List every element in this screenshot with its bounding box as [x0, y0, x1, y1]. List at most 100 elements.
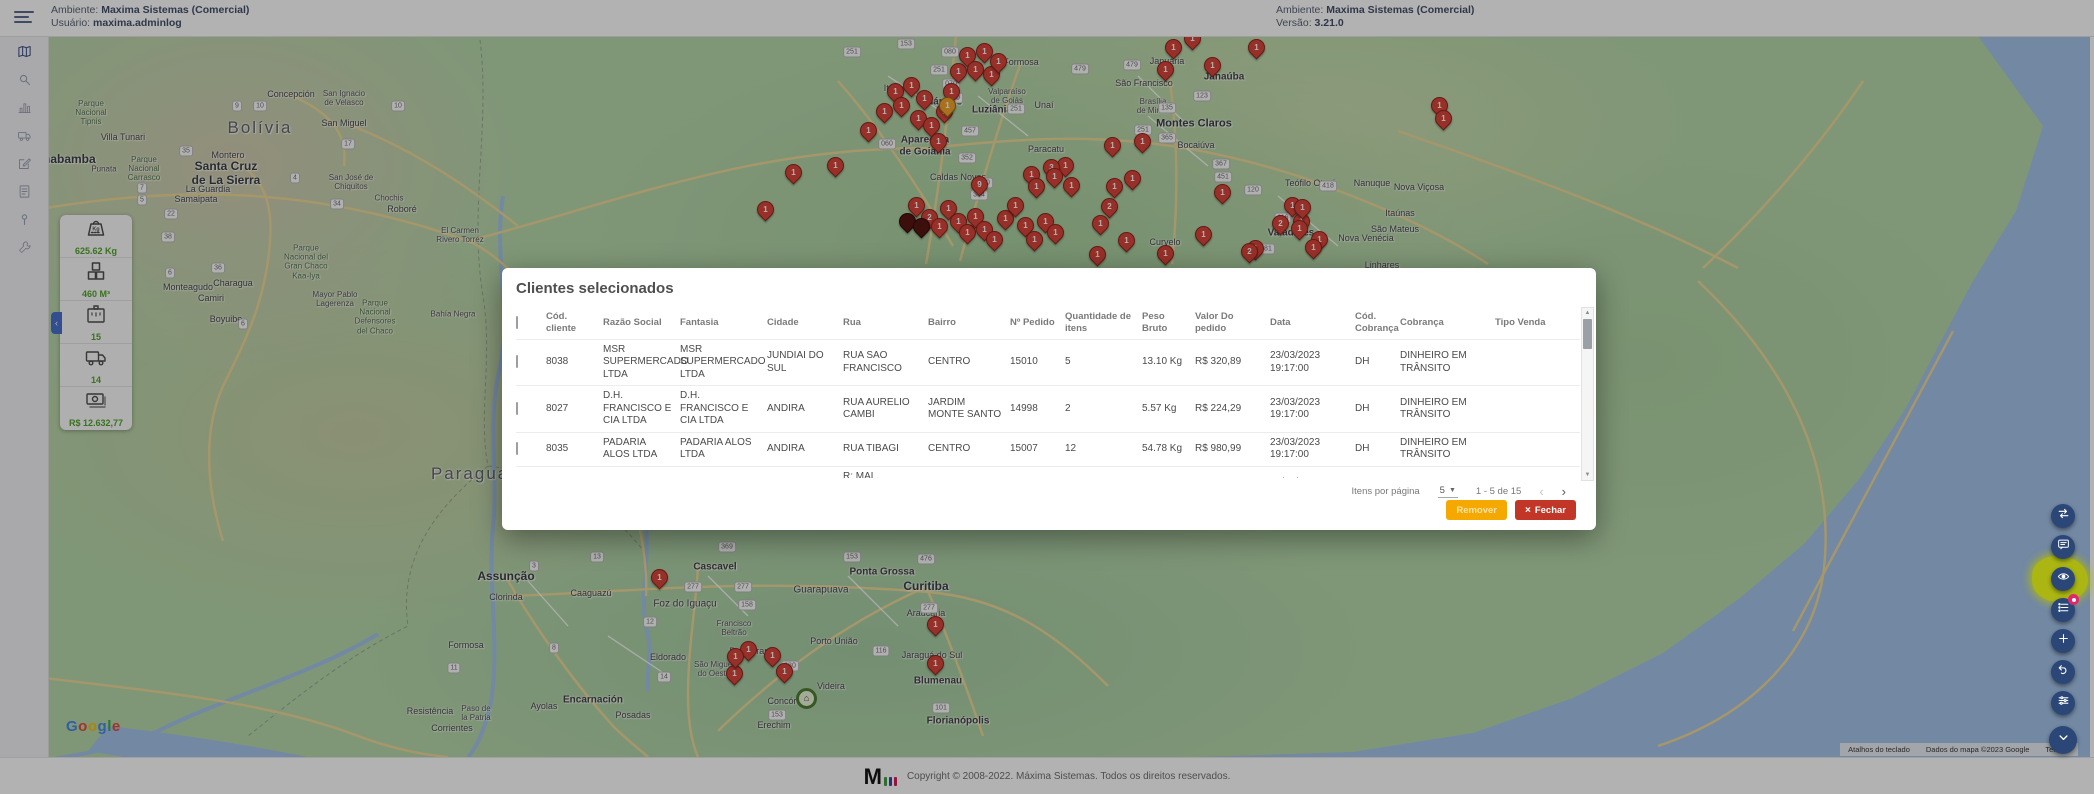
table-cell: 14998 — [1010, 399, 1065, 420]
table-cell: R$ 980,99 — [1195, 439, 1270, 460]
undo-icon — [2057, 663, 2070, 681]
table-cell: D.H. FRANCISCO E CIA LTDA — [603, 386, 680, 432]
table-cell: D.H. FRANCISCO E CIA LTDA — [680, 386, 767, 432]
table-cell: KOMIYA ARIOSO LTDA — [680, 473, 767, 478]
column-header[interactable]: Peso Bruto — [1142, 307, 1195, 339]
table-row[interactable]: 8035PADARIA ALOS LTDAPADARIA ALOS LTDAAN… — [516, 433, 1580, 467]
table-cell: DH — [1355, 399, 1400, 420]
table-cell: CENTRO — [928, 439, 1010, 460]
table-cell: DINHEIRO EM TRÂNSITO — [1400, 346, 1495, 379]
table-cell: MSR SUPERMERCADO LTDA — [680, 340, 767, 386]
table-cell: ANDIRA — [767, 399, 843, 420]
table-cell: 23/03/2023 19:17:00 — [1270, 473, 1355, 478]
fab-plus[interactable] — [2051, 629, 2075, 653]
table-cell — [1495, 405, 1580, 413]
table-cell: 12 — [1065, 439, 1142, 460]
page-range-label: 1 - 5 de 15 — [1476, 486, 1521, 497]
modal-actions: Remover × Fechar — [1446, 500, 1576, 520]
column-header[interactable]: Tipo Venda — [1495, 313, 1580, 333]
pagination-bar: Itens por página 5 ▼ 1 - 5 de 15 ‹ › — [502, 484, 1566, 499]
chevron-down-icon: ▼ — [1449, 487, 1456, 494]
filter-icon — [2057, 694, 2070, 712]
table-cell: RUA TIBAGI — [843, 439, 928, 460]
column-header[interactable]: Cód. cliente — [546, 307, 603, 339]
close-icon: × — [1525, 505, 1531, 516]
selected-clients-modal: Clientes selecionados Cód. clienteRazão … — [502, 268, 1596, 530]
remove-button[interactable]: Remover — [1446, 500, 1507, 520]
table-cell: 8038 — [546, 352, 603, 373]
chat-icon — [2057, 538, 2070, 556]
table-cell: R: MAL. DEODORO DA FONSECA — [843, 467, 928, 478]
table-cell — [1495, 359, 1580, 367]
scrollbar-thumb[interactable] — [1583, 319, 1592, 349]
column-header[interactable]: Bairro — [928, 313, 1010, 333]
table-cell: PADARIA ALOS LTDA — [603, 433, 680, 466]
table-cell: 8027 — [546, 399, 603, 420]
table-cell: 5.57 Kg — [1142, 399, 1195, 420]
select-all-checkbox[interactable] — [516, 316, 518, 329]
fab-chevron-down[interactable] — [2049, 726, 2077, 754]
table-row[interactable]: 8027D.H. FRANCISCO E CIA LTDAD.H. FRANCI… — [516, 386, 1580, 433]
table-cell: 54.78 Kg — [1142, 439, 1195, 460]
table-cell: KOMIYA ARIOSO LTDA — [603, 473, 680, 478]
table-cell: 23/03/2023 19:17:00 — [1270, 393, 1355, 426]
table-scrollbar[interactable]: ▲ ▼ — [1581, 307, 1594, 481]
table-cell: JUNDIAI DO SUL — [767, 346, 843, 379]
close-label: Fechar — [1535, 505, 1566, 516]
table-header-row: Cód. clienteRazão SocialFantasiaCidadeRu… — [516, 307, 1580, 340]
fab-filter[interactable] — [2051, 691, 2075, 715]
table-cell: 5 — [1065, 352, 1142, 373]
clients-table: Cód. clienteRazão SocialFantasiaCidadeRu… — [516, 307, 1580, 478]
row-checkbox[interactable] — [516, 355, 518, 368]
row-checkbox[interactable] — [516, 442, 518, 455]
table-cell: DH — [1355, 352, 1400, 373]
column-header[interactable]: Quantidade de itens — [1065, 307, 1142, 339]
list-icon — [2057, 601, 2070, 619]
table-cell: MSR SUPERMERCADO LTDA — [603, 340, 680, 386]
table-cell: RUA SAO FRANCISCO — [843, 346, 928, 379]
eye-icon — [2057, 570, 2070, 588]
row-checkbox[interactable] — [516, 402, 518, 415]
table-body: 8038MSR SUPERMERCADO LTDAMSR SUPERMERCAD… — [516, 340, 1580, 478]
table-cell: R$ 320,89 — [1195, 352, 1270, 373]
table-cell: 23/03/2023 19:17:00 — [1270, 433, 1355, 466]
column-header[interactable]: Data — [1270, 313, 1355, 333]
column-header[interactable]: Razão Social — [603, 313, 680, 333]
table-cell: 15010 — [1010, 352, 1065, 373]
notification-badge — [2068, 594, 2079, 605]
table-cell: JARDIM MONTE SANTO — [928, 393, 1010, 426]
column-header[interactable]: Cidade — [767, 313, 843, 333]
scroll-up-icon[interactable]: ▲ — [1585, 308, 1591, 318]
table-cell: ANDIRA — [767, 439, 843, 460]
table-cell: DINHEIRO EM TRÂNSITO — [1400, 473, 1495, 478]
fab-chat[interactable] — [2051, 535, 2075, 559]
fab-route[interactable] — [2051, 504, 2075, 528]
table-cell — [1495, 445, 1580, 453]
fab-undo[interactable] — [2051, 660, 2075, 684]
column-header[interactable]: Cobrança — [1400, 313, 1495, 333]
table-cell: DINHEIRO EM TRÂNSITO — [1400, 433, 1495, 466]
table-cell: PADARIA ALOS LTDA — [680, 433, 767, 466]
page-size-select[interactable]: 5 ▼ — [1438, 485, 1458, 498]
column-header[interactable]: Cód. Cobrança — [1355, 307, 1400, 339]
close-button[interactable]: × Fechar — [1515, 500, 1576, 520]
table-row[interactable]: 8010KOMIYA ARIOSO LTDAKOMIYA ARIOSO LTDA… — [516, 467, 1580, 478]
table-cell: 13.10 Kg — [1142, 352, 1195, 373]
previous-page-button[interactable]: ‹ — [1539, 484, 1543, 499]
column-header[interactable]: Fantasia — [680, 313, 767, 333]
column-header[interactable]: Rua — [843, 313, 928, 333]
table-cell: DH — [1355, 439, 1400, 460]
app-window: Ambiente: Maxima Sistemas (Comercial) Us… — [0, 0, 2094, 794]
table-cell: 15007 — [1010, 439, 1065, 460]
scroll-down-icon[interactable]: ▼ — [1585, 470, 1591, 480]
next-page-button[interactable]: › — [1562, 484, 1566, 499]
remove-label: Remover — [1456, 505, 1497, 516]
table-cell: RUA AURELIO CAMBI — [843, 393, 928, 426]
fab-eye[interactable] — [2051, 567, 2075, 591]
table-row[interactable]: 8038MSR SUPERMERCADO LTDAMSR SUPERMERCAD… — [516, 340, 1580, 387]
table-cell: R$ 224,29 — [1195, 399, 1270, 420]
table-cell: DINHEIRO EM TRÂNSITO — [1400, 393, 1495, 426]
chevron-down-icon — [2056, 730, 2071, 750]
column-header[interactable]: Nº Pedido — [1010, 313, 1065, 333]
column-header[interactable]: Valor Do pedido — [1195, 307, 1270, 339]
